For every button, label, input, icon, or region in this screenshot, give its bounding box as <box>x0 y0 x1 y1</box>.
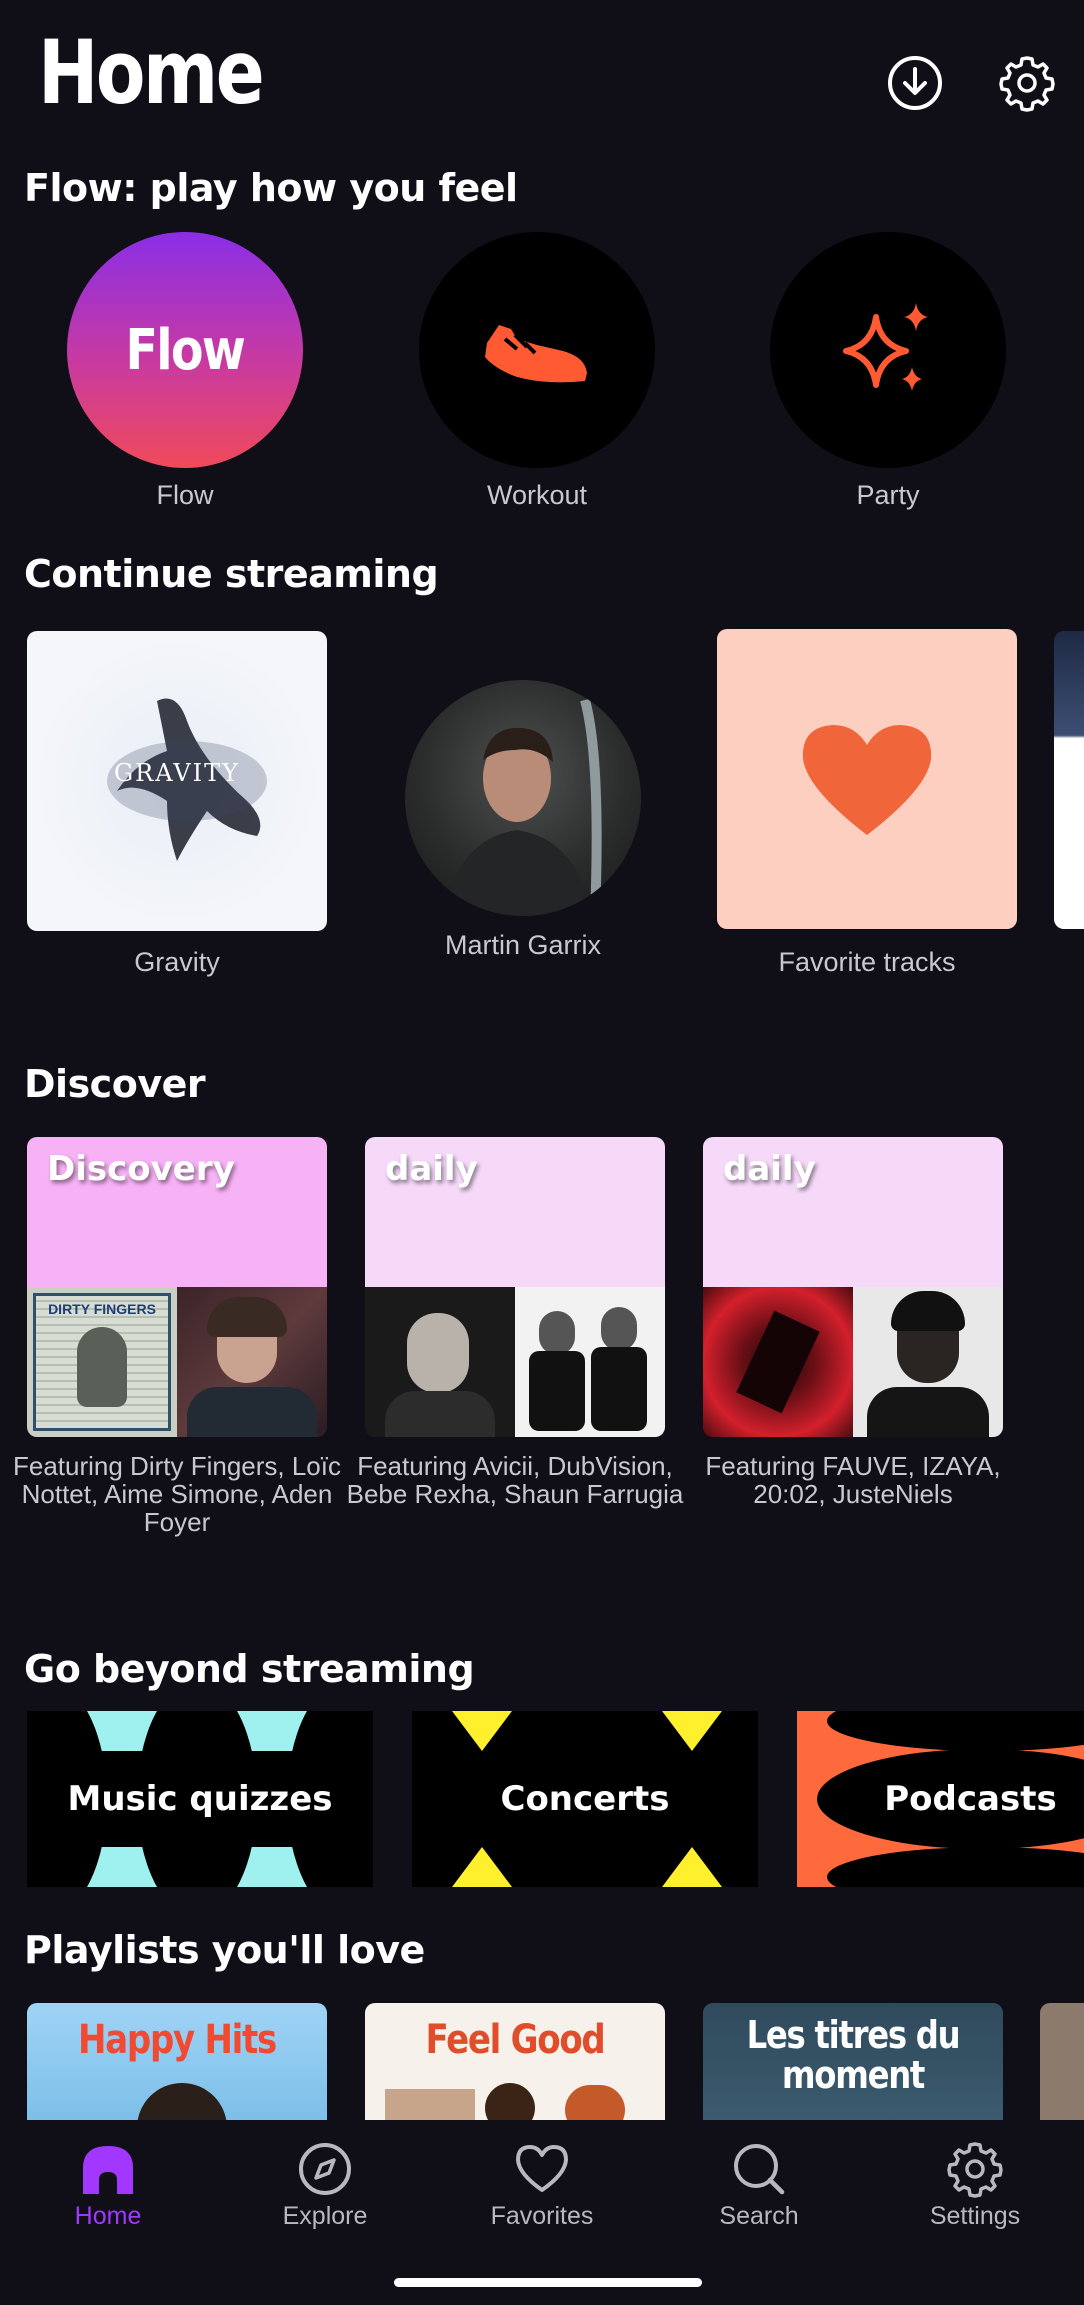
gravity-cover-text: GRAVITY <box>113 759 241 787</box>
nav-item-search[interactable]: Search <box>684 2140 834 2231</box>
sneaker-icon <box>485 325 587 383</box>
continue-item-martin-garrix[interactable]: Martin Garrix <box>398 680 648 970</box>
favorites-cover <box>717 629 1017 929</box>
flow-badge: Flow <box>125 317 246 383</box>
gear-icon <box>999 56 1055 112</box>
discover-card-daily-2[interactable]: daily <box>703 1137 1003 1437</box>
nav-label: Settings <box>929 2202 1021 2230</box>
page-title: Home <box>38 21 265 124</box>
continue-item-label: Martin Garrix <box>444 930 601 960</box>
home-indicator[interactable] <box>394 2278 702 2287</box>
nav-item-home[interactable]: Home <box>33 2140 183 2231</box>
heart-icon <box>516 2145 568 2192</box>
nav-label: Favorites <box>490 2202 594 2230</box>
home-icon <box>83 2146 133 2194</box>
artist-thumb <box>177 1287 327 1437</box>
workout-circle <box>419 232 655 468</box>
artist-thumb <box>853 1287 1003 1437</box>
heart-icon <box>802 725 932 835</box>
discover-card-caption: Featuring FAUVE, IZAYA, 20:02, JusteNiel… <box>705 1451 1001 1509</box>
discover-card-discovery[interactable]: Discovery DIRTY FINGERS <box>27 1137 327 1437</box>
playlist-title: Les titres du moment <box>746 2013 961 2097</box>
flow-item-party[interactable]: Party <box>770 232 1006 511</box>
search-icon <box>734 2144 785 2195</box>
flow-item-workout[interactable]: Workout <box>419 232 655 511</box>
playlist-title: Feel Good <box>425 2017 606 2063</box>
nav-item-favorites[interactable]: Favorites <box>467 2140 617 2231</box>
playlist-card-happy-hits[interactable]: Happy Hits <box>27 2003 327 2121</box>
beyond-section-title: Go beyond streaming <box>24 1647 475 1691</box>
artist-thumb <box>515 1287 665 1437</box>
continue-item-favorite-tracks[interactable]: Favorite tracks <box>717 629 1017 979</box>
music-quizzes-card[interactable]: Music quizzes <box>27 1711 373 1887</box>
playlist-card-peek[interactable] <box>1040 2003 1084 2121</box>
mini-cover-text: DIRTY FINGERS <box>48 1301 156 1317</box>
flow-item-label: Party <box>856 480 920 510</box>
continue-item-label: Favorite tracks <box>778 947 956 977</box>
discover-card-caption: Featuring Dirty Fingers, Loïc Nottet, Ai… <box>12 1451 341 1537</box>
download-icon <box>888 56 942 110</box>
continue-item-label: Gravity <box>134 947 220 977</box>
continue-item-peek[interactable] <box>1054 631 1084 929</box>
continue-section-title: Continue streaming <box>24 552 439 596</box>
nav-label: Home <box>74 2202 142 2230</box>
download-button[interactable] <box>886 54 944 112</box>
flow-item-label: Flow <box>156 480 214 510</box>
discover-card-tag: Discovery <box>47 1149 235 1189</box>
gear-icon <box>947 2142 1003 2198</box>
nav-label: Search <box>719 2202 799 2230</box>
nav-label: Explore <box>282 2202 368 2230</box>
discover-card-header: daily <box>365 1137 665 1287</box>
sparkle-icon <box>843 303 928 391</box>
playlist-card-les-titres-du-moment[interactable]: Les titres du moment <box>703 2003 1003 2121</box>
flow-item-label: Workout <box>486 480 588 510</box>
artist-thumb <box>365 1287 515 1437</box>
beyond-card-label: Music quizzes <box>67 1779 333 1819</box>
party-circle <box>770 232 1006 468</box>
discover-card-tag: daily <box>723 1149 816 1189</box>
playlist-card-feel-good[interactable]: Feel Good <box>365 2003 665 2121</box>
discover-card-header: daily <box>703 1137 1003 1287</box>
flow-section-title: Flow: play how you feel <box>24 166 518 210</box>
beyond-card-label: Concerts <box>500 1779 670 1819</box>
avatar <box>405 680 641 916</box>
artist-thumb <box>703 1287 853 1437</box>
discover-card-caption: Featuring Avicii, DubVision, Bebe Rexha,… <box>346 1451 684 1509</box>
settings-button[interactable] <box>998 54 1056 112</box>
beyond-card-label: Podcasts <box>884 1779 1057 1819</box>
compass-icon <box>299 2143 351 2195</box>
discover-section-title: Discover <box>24 1062 206 1106</box>
discover-card-tag: daily <box>385 1149 478 1189</box>
nav-item-explore[interactable]: Explore <box>250 2140 400 2231</box>
playlists-section-title: Playlists you'll love <box>24 1928 425 1972</box>
discover-card-daily-1[interactable]: daily <box>365 1137 665 1437</box>
flow-circle: Flow <box>67 232 303 468</box>
discover-card-header: Discovery <box>27 1137 327 1287</box>
flow-item-flow[interactable]: Flow Flow <box>67 232 303 511</box>
concerts-card[interactable]: Concerts <box>412 1711 758 1887</box>
playlist-title: Happy Hits <box>78 2017 277 2063</box>
podcasts-card[interactable]: Podcasts <box>797 1711 1084 1887</box>
nav-item-settings[interactable]: Settings <box>900 2140 1050 2231</box>
gravity-cover: GRAVITY <box>27 631 327 931</box>
continue-item-gravity[interactable]: GRAVITY Gravity <box>27 631 327 977</box>
artist-thumb: DIRTY FINGERS <box>27 1287 177 1437</box>
